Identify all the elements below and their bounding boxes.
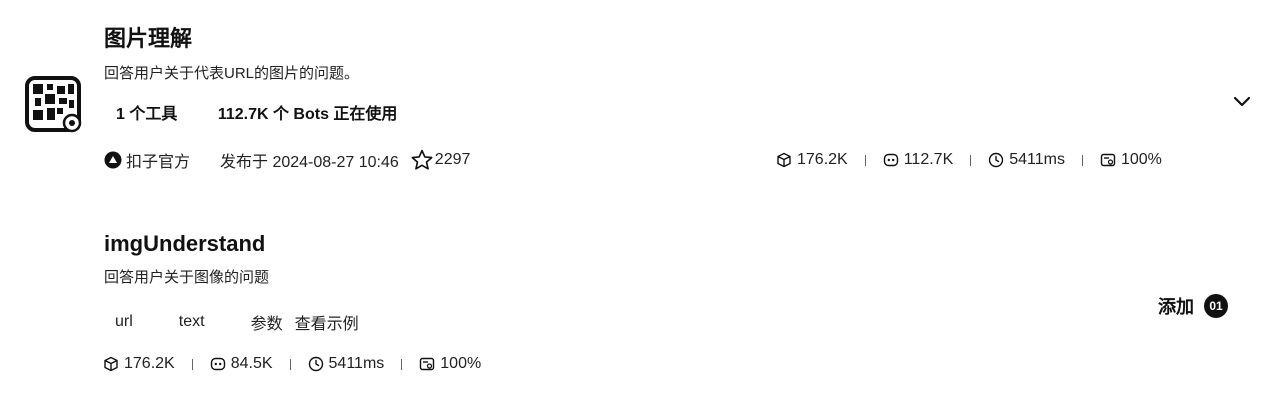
add-tool-button[interactable]: 添加 01 — [1158, 293, 1228, 319]
divider — [1081, 154, 1083, 166]
plugin-logo — [24, 75, 82, 133]
stat-success-rate-value: 100% — [1120, 151, 1162, 168]
plugin-summary: 1 个工具 112.7K 个 Bots 正在使用 — [116, 104, 397, 126]
stat-success-rate: 100% — [419, 355, 481, 373]
bot-icon — [210, 357, 225, 371]
stat-latency-value: 5411ms — [328, 355, 385, 372]
success-rate-icon — [420, 357, 435, 371]
publish-date: 发布于 2024-08-27 10:46 — [220, 154, 399, 171]
stat-latency: 5411ms — [308, 355, 385, 373]
view-example-link[interactable]: 查看示例 — [295, 310, 359, 334]
plugin-description: 回答用户关于代表URL的图片的问题。 — [104, 65, 360, 82]
favorite-button[interactable]: 2297 — [411, 149, 471, 171]
bot-icon — [883, 153, 898, 167]
tool-params: url text 参数 查看示例 — [115, 311, 359, 333]
divider — [191, 358, 193, 370]
star-icon — [411, 149, 433, 170]
favorite-count: 2297 — [434, 151, 471, 168]
publisher-logo-icon — [104, 151, 122, 169]
tool-name: imgUnderstand — [104, 231, 266, 256]
stat-calls: 176.2K — [103, 355, 175, 373]
stat-bots-value: 84.5K — [230, 355, 273, 372]
cube-icon — [777, 152, 791, 168]
stat-success-rate-value: 100% — [440, 355, 482, 372]
stat-calls-value: 176.2K — [797, 151, 848, 168]
clock-icon — [308, 356, 323, 372]
divider — [289, 358, 291, 370]
add-label: 添加 — [1158, 297, 1194, 317]
expand-button[interactable] — [1230, 92, 1254, 112]
tool-stats: 176.2K 84.5K 5411ms 100% — [103, 353, 481, 375]
plugin-title: 图片理解 — [104, 26, 193, 51]
stat-latency: 5411ms — [988, 151, 1065, 169]
tool-description: 回答用户关于图像的问题 — [104, 269, 270, 286]
success-rate-icon — [1100, 153, 1116, 167]
divider — [401, 358, 403, 370]
cube-icon — [104, 356, 118, 372]
divider — [970, 154, 972, 166]
stat-calls: 176.2K — [776, 151, 848, 169]
stat-bots: 112.7K — [883, 151, 954, 169]
plugin-stats: 176.2K 112.7K 5411ms 100% — [776, 149, 1162, 171]
divider — [864, 154, 866, 166]
params-label: 参数 — [250, 316, 283, 333]
stat-latency-value: 5411ms — [1009, 151, 1065, 168]
publisher-name: 扣子官方 — [126, 154, 191, 171]
add-count-badge: 01 — [1204, 294, 1228, 318]
tool-count: 1 个工具 — [116, 106, 178, 123]
bot-usage: 112.7K 个 Bots 正在使用 — [217, 106, 398, 123]
stat-success-rate: 100% — [1100, 151, 1162, 169]
param-tag: text — [178, 313, 205, 330]
clock-icon — [989, 152, 1004, 168]
stat-calls-value: 176.2K — [124, 355, 175, 372]
chevron-down-icon — [1233, 96, 1251, 107]
param-tag: url — [115, 313, 133, 330]
stat-bots: 84.5K — [210, 355, 273, 373]
plugin-meta: 扣子官方 发布于 2024-08-27 10:46 2297 — [104, 149, 470, 171]
stat-bots-value: 112.7K — [903, 151, 954, 168]
publisher[interactable]: 扣子官方 — [104, 148, 190, 172]
